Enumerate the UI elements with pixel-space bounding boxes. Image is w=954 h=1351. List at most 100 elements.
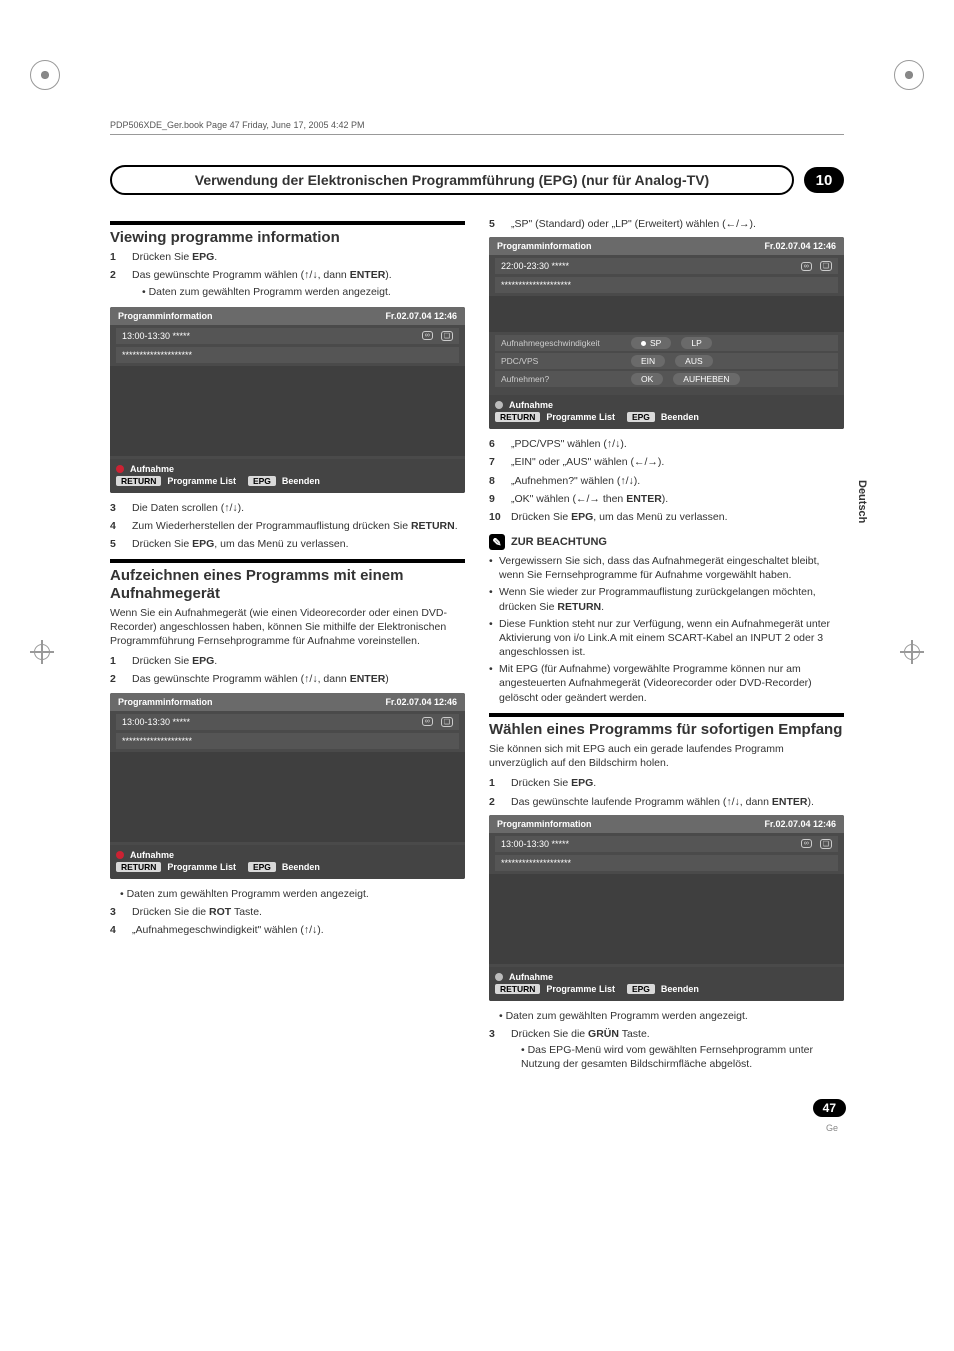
step-num: 6 — [489, 437, 503, 451]
subtitle-icon: ❏ — [820, 839, 832, 849]
step-text: Drücken Sie die ROT Taste. — [132, 905, 465, 919]
osd-programminfo: Programminformation Fr.02.07.04 12:46 13… — [110, 693, 465, 879]
osd-footer-rec: Aufnahme — [509, 400, 553, 410]
step-text: Das gewünschte laufende Programm wählen … — [511, 795, 844, 809]
epg-key: EPG — [627, 984, 655, 994]
step-text: „OK" wählen (←/→ then ENTER). — [511, 492, 844, 506]
sub-bullet: Daten zum gewählten Programm werden ange… — [120, 887, 465, 901]
osd-desc: ******************** — [501, 280, 571, 290]
epg-key: EPG — [627, 412, 655, 422]
note-item: Diese Funktion steht nur zur Verfügung, … — [489, 617, 844, 660]
setting-label: PDC/VPS — [501, 356, 621, 366]
step-text: Drücken Sie EPG. — [132, 250, 465, 264]
step-num: 1 — [110, 654, 124, 668]
chapter-title: Verwendung der Elektronischen Programmfü… — [110, 165, 794, 195]
option-lp: LP — [681, 337, 711, 349]
epg-key: EPG — [248, 862, 276, 872]
stereo-icon: ∞ — [801, 839, 812, 848]
page-lang: Ge — [826, 1123, 838, 1133]
step-num: 5 — [110, 537, 124, 551]
step-text: „EIN" oder „AUS" wählen (←/→). — [511, 455, 844, 469]
step-num: 3 — [110, 905, 124, 919]
return-key: RETURN — [116, 862, 161, 872]
step-num: 2 — [110, 268, 124, 300]
osd-footer-rec: Aufnahme — [509, 972, 553, 982]
osd-title: Programminformation — [497, 819, 592, 829]
step-num: 3 — [110, 501, 124, 515]
step-num: 8 — [489, 474, 503, 488]
osd-footer-end: Beenden — [282, 476, 320, 486]
step-text: Drücken Sie die GRÜN Taste. Das EPG-Menü… — [511, 1027, 844, 1074]
step-text: Drücken Sie EPG. — [511, 776, 844, 790]
note-item: Vergewissern Sie sich, dass das Aufnahme… — [489, 554, 844, 582]
stereo-icon: ∞ — [422, 717, 433, 726]
osd-footer-plist: Programme List — [167, 476, 236, 486]
stereo-icon: ∞ — [422, 331, 433, 340]
steps-viewing: 1 Drücken Sie EPG. 2 Das gewünschte Progr… — [110, 250, 465, 301]
osd-desc: ******************** — [122, 350, 192, 360]
osd-time: 22:00-23:30 ***** — [501, 261, 569, 271]
option-ein: EIN — [631, 355, 665, 367]
book-header: PDP506XDE_Ger.book Page 47 Friday, June … — [110, 0, 844, 135]
osd-footer-rec: Aufnahme — [130, 464, 174, 474]
red-dot-icon — [116, 851, 124, 859]
return-key: RETURN — [495, 984, 540, 994]
sub-bullet: Daten zum gewählten Programm werden ange… — [142, 285, 465, 299]
step-num: 7 — [489, 455, 503, 469]
right-column: 5„SP" (Standard) oder „LP" (Erweitert) w… — [489, 213, 844, 1077]
step-text: Das gewünschte Programm wählen (↑/↓, dan… — [132, 672, 465, 686]
osd-footer-plist: Programme List — [546, 412, 615, 422]
step-num: 1 — [110, 250, 124, 264]
note-item: Mit EPG (für Aufnahme) vorgewählte Progr… — [489, 662, 844, 705]
osd-footer-end: Beenden — [282, 862, 320, 872]
section-heading-viewing: Viewing programme information — [110, 221, 465, 246]
osd-footer-end: Beenden — [661, 412, 699, 422]
osd-datetime: Fr.02.07.04 12:46 — [764, 241, 836, 251]
step-num: 1 — [489, 776, 503, 790]
note-item: Wenn Sie wieder zur Programmauflistung z… — [489, 585, 844, 613]
osd-title: Programminformation — [497, 241, 592, 251]
osd-programminfo: Programminformation Fr.02.07.04 12:46 13… — [489, 815, 844, 1001]
subtitle-icon: ❏ — [441, 331, 453, 341]
osd-programminfo: Programminformation Fr.02.07.04 12:46 13… — [110, 307, 465, 493]
note-icon: ✎ — [489, 534, 505, 550]
chapter-bar: Verwendung der Elektronischen Programmfü… — [110, 165, 844, 195]
step-num: 9 — [489, 492, 503, 506]
subtitle-icon: ❏ — [820, 261, 832, 271]
return-key: RETURN — [495, 412, 540, 422]
setting-record: Aufnehmen? OK AUFHEBEN — [495, 371, 838, 387]
step-num: 3 — [489, 1027, 503, 1074]
step-num: 2 — [110, 672, 124, 686]
osd-footer-plist: Programme List — [546, 984, 615, 994]
step-text: Das gewünschte Programm wählen (↑/↓, dan… — [132, 268, 465, 300]
left-column: Viewing programme information 1 Drücken S… — [110, 213, 465, 1077]
osd-datetime: Fr.02.07.04 12:46 — [385, 697, 457, 707]
language-tab: Deutsch — [856, 480, 868, 523]
osd-time: 13:00-13:30 ***** — [501, 839, 569, 849]
setting-pdcvps: PDC/VPS EIN AUS — [495, 353, 838, 369]
osd-footer-plist: Programme List — [167, 862, 236, 872]
step-text: Drücken Sie EPG, um das Menü zu verlasse… — [132, 537, 465, 551]
sub-bullet: Das EPG-Menü wird vom gewählten Fernsehp… — [521, 1043, 844, 1071]
subtitle-icon: ❏ — [441, 717, 453, 727]
section-intro: Wenn Sie ein Aufnahmegerät (wie einen Vi… — [110, 606, 465, 649]
osd-datetime: Fr.02.07.04 12:46 — [764, 819, 836, 829]
step-text: „Aufnehmen?" wählen (↑/↓). — [511, 474, 844, 488]
note-list: Vergewissern Sie sich, dass das Aufnahme… — [489, 554, 844, 705]
section-intro: Sie können sich mit EPG auch ein gerade … — [489, 742, 844, 770]
option-sp: SP — [631, 337, 671, 349]
dot-icon — [495, 973, 503, 981]
step-text: Drücken Sie EPG, um das Menü zu verlasse… — [511, 510, 844, 524]
step-num: 5 — [489, 217, 503, 231]
osd-title: Programminformation — [118, 697, 213, 707]
option-cancel: AUFHEBEN — [673, 373, 739, 385]
osd-desc: ******************** — [122, 736, 192, 746]
osd-time: 13:00-13:30 ***** — [122, 331, 190, 341]
osd-programminfo-settings: Programminformation Fr.02.07.04 12:46 22… — [489, 237, 844, 429]
epg-key: EPG — [248, 476, 276, 486]
osd-datetime: Fr.02.07.04 12:46 — [385, 311, 457, 321]
step-num: 10 — [489, 510, 503, 524]
setting-speed: Aufnahmegeschwindigkeit SP LP — [495, 335, 838, 351]
osd-footer-rec: Aufnahme — [130, 850, 174, 860]
return-key: RETURN — [116, 476, 161, 486]
